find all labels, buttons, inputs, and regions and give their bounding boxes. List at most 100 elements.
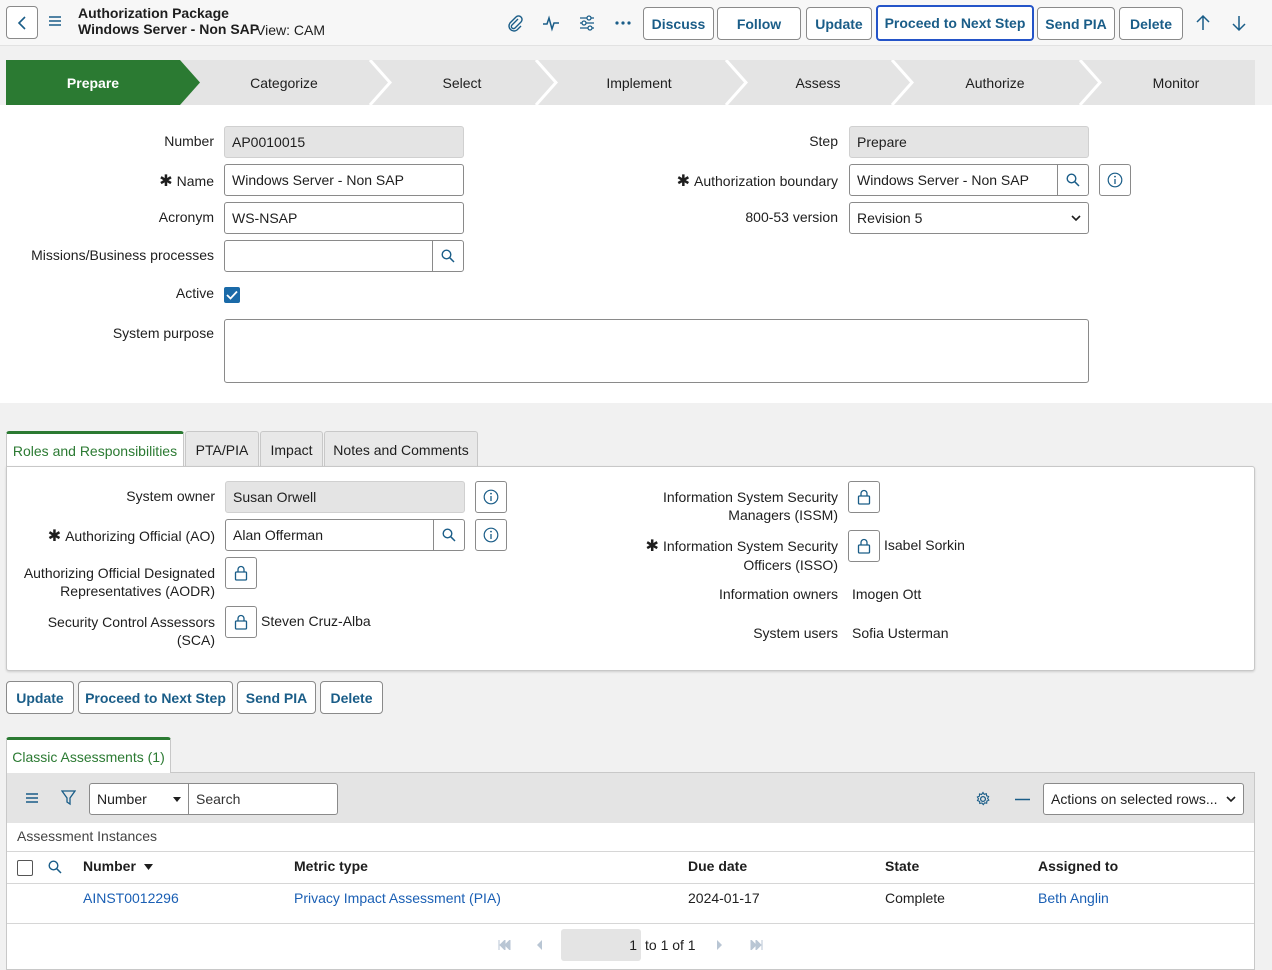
column-header-due-date[interactable]: Due date bbox=[688, 858, 747, 874]
system-users-value: Sofia Usterman bbox=[852, 625, 949, 641]
update-button[interactable]: Update bbox=[806, 7, 872, 40]
aodr-label: Authorizing Official Designated Represent… bbox=[23, 565, 215, 599]
workflow-step-categorize[interactable]: Categorize bbox=[202, 60, 366, 105]
filter-icon[interactable] bbox=[61, 790, 76, 806]
version-label: 800-53 version bbox=[745, 209, 838, 225]
list-settings-gear-icon[interactable] bbox=[975, 791, 991, 807]
aodr-unlock-button[interactable] bbox=[225, 557, 257, 589]
next-record-arrow-icon[interactable] bbox=[1231, 14, 1247, 32]
isso-unlock-button[interactable] bbox=[848, 530, 880, 562]
workflow-step-implement[interactable]: Implement bbox=[558, 60, 720, 105]
pager-range-text: to 1 of 1 bbox=[645, 937, 696, 953]
lock-icon bbox=[234, 614, 248, 630]
tab-roles-responsibilities[interactable]: Roles and Responsibilities bbox=[6, 431, 184, 468]
column-header-metric-type[interactable]: Metric type bbox=[294, 858, 368, 874]
collapse-list-icon[interactable] bbox=[1015, 798, 1030, 801]
select-all-checkbox[interactable] bbox=[17, 860, 33, 876]
acronym-label: Acronym bbox=[158, 209, 214, 225]
last-page-icon[interactable] bbox=[750, 940, 763, 950]
missions-lookup-button[interactable] bbox=[432, 240, 464, 272]
proceed-next-step-button[interactable]: Proceed to Next Step bbox=[876, 5, 1034, 41]
info-icon bbox=[1107, 172, 1123, 188]
next-page-icon[interactable] bbox=[716, 940, 723, 950]
lock-icon bbox=[857, 489, 871, 505]
record-display-name: Windows Server - Non SAP bbox=[78, 21, 260, 37]
context-menu-icon[interactable] bbox=[48, 14, 62, 28]
follow-button[interactable]: Follow bbox=[717, 7, 801, 40]
tab-notes-comments[interactable]: Notes and Comments bbox=[324, 431, 478, 467]
bottom-delete-button[interactable]: Delete bbox=[320, 681, 383, 714]
workflow-step-prepare[interactable]: Prepare bbox=[6, 60, 180, 105]
chevron-down-icon bbox=[1226, 795, 1236, 802]
send-pia-button[interactable]: Send PIA bbox=[1037, 7, 1115, 40]
system-owner-info-button[interactable] bbox=[475, 481, 507, 513]
workflow-step-monitor[interactable]: Monitor bbox=[1102, 60, 1250, 105]
ao-lookup-button[interactable] bbox=[433, 519, 465, 551]
system-purpose-label: System purpose bbox=[112, 325, 214, 341]
actions-select-value: Actions on selected rows... bbox=[1051, 791, 1218, 807]
back-button[interactable] bbox=[6, 6, 38, 39]
sca-unlock-button[interactable] bbox=[225, 606, 257, 638]
missions-field[interactable] bbox=[224, 240, 433, 272]
search-field-select[interactable]: Number bbox=[89, 783, 189, 815]
search-icon bbox=[442, 528, 456, 542]
workflow-step-select[interactable]: Select bbox=[392, 60, 532, 105]
sca-label: Security Control Assessors (SCA) bbox=[47, 614, 215, 648]
authorization-boundary-field[interactable]: Windows Server - Non SAP bbox=[849, 164, 1058, 196]
list-context-menu-icon[interactable] bbox=[25, 791, 39, 805]
row-number-link[interactable]: AINST0012296 bbox=[83, 890, 179, 906]
list-search-input[interactable]: Search bbox=[188, 783, 338, 815]
number-field: AP0010015 bbox=[224, 126, 464, 158]
bottom-update-button[interactable]: Update bbox=[6, 681, 74, 714]
bottom-proceed-next-step-button[interactable]: Proceed to Next Step bbox=[78, 681, 233, 714]
number-label: Number bbox=[164, 133, 214, 149]
column-search-icon[interactable] bbox=[48, 860, 62, 874]
system-purpose-textarea[interactable] bbox=[224, 319, 1089, 383]
previous-page-icon[interactable] bbox=[536, 940, 543, 950]
active-checkbox[interactable] bbox=[224, 287, 240, 303]
first-page-icon[interactable] bbox=[498, 940, 511, 950]
row-metric-type-link[interactable]: Privacy Impact Assessment (PIA) bbox=[294, 890, 501, 906]
attachment-icon[interactable] bbox=[506, 14, 524, 32]
column-header-assigned-to[interactable]: Assigned to bbox=[1038, 858, 1118, 874]
more-options-icon[interactable] bbox=[614, 14, 632, 32]
previous-record-arrow-icon[interactable] bbox=[1195, 14, 1211, 32]
authorization-boundary-lookup-button[interactable] bbox=[1057, 164, 1089, 196]
name-field[interactable]: Windows Server - Non SAP bbox=[224, 164, 464, 196]
actions-on-selected-rows-select[interactable]: Actions on selected rows... bbox=[1043, 783, 1244, 815]
row-assigned-to-link[interactable]: Beth Anglin bbox=[1038, 890, 1109, 906]
tab-impact[interactable]: Impact bbox=[260, 431, 323, 467]
required-marker: ✱ bbox=[159, 173, 173, 190]
step-field: Prepare bbox=[849, 126, 1089, 158]
acronym-field[interactable]: WS-NSAP bbox=[224, 202, 464, 234]
info-icon bbox=[483, 527, 499, 543]
issm-unlock-button[interactable] bbox=[848, 481, 880, 513]
discuss-button[interactable]: Discuss bbox=[643, 7, 714, 40]
personalize-form-icon[interactable] bbox=[578, 14, 596, 32]
information-owners-label: Information owners bbox=[718, 586, 838, 602]
version-select[interactable]: Revision 5 bbox=[849, 202, 1089, 234]
system-owner-field: Susan Orwell bbox=[225, 481, 465, 513]
issm-label: Information System Security Managers (ISS… bbox=[662, 489, 838, 523]
sort-descending-icon bbox=[143, 864, 153, 871]
ao-info-button[interactable] bbox=[475, 519, 507, 551]
workflow-step-assess[interactable]: Assess bbox=[748, 60, 888, 105]
list-caption: Assessment Instances bbox=[17, 828, 158, 844]
authorization-boundary-info-button[interactable] bbox=[1099, 164, 1131, 196]
chevron-left-icon bbox=[17, 15, 26, 30]
activity-icon[interactable] bbox=[542, 14, 560, 32]
lock-icon bbox=[234, 565, 248, 581]
bottom-send-pia-button[interactable]: Send PIA bbox=[237, 681, 316, 714]
workflow-step-authorize[interactable]: Authorize bbox=[914, 60, 1076, 105]
isso-label: ✱ Information System Security Officers (I… bbox=[645, 538, 838, 573]
version-select-value: Revision 5 bbox=[857, 210, 923, 226]
row-state: Complete bbox=[885, 890, 945, 906]
column-header-state[interactable]: State bbox=[885, 858, 919, 874]
required-marker: ✱ bbox=[47, 528, 62, 545]
delete-button[interactable]: Delete bbox=[1119, 7, 1183, 40]
column-header-number[interactable]: Number bbox=[83, 858, 153, 874]
tab-classic-assessments[interactable]: Classic Assessments (1) bbox=[6, 737, 171, 773]
tab-pta-pia[interactable]: PTA/PIA bbox=[185, 431, 259, 467]
ao-field[interactable]: Alan Offerman bbox=[225, 519, 434, 551]
page-number-input[interactable]: 1 bbox=[561, 929, 641, 961]
